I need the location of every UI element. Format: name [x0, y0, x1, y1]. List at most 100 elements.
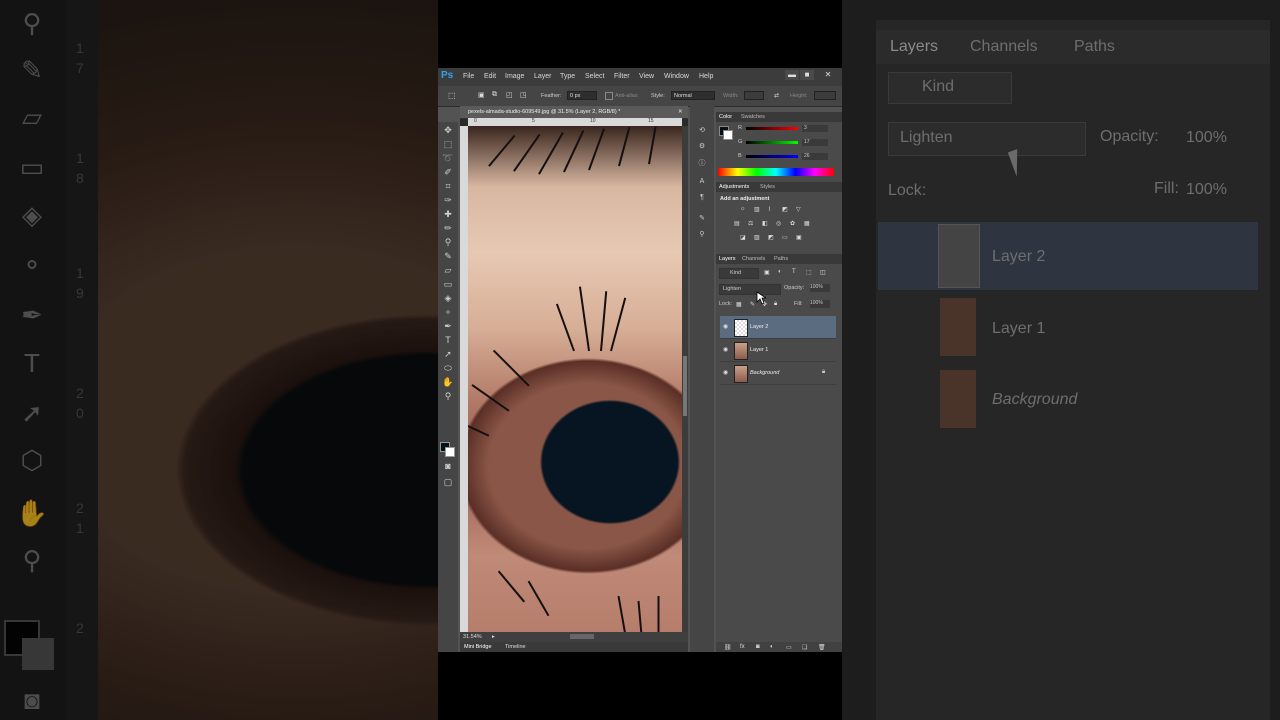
pen-icon[interactable]: ✒	[441, 320, 455, 333]
shape-icon[interactable]: ⬭	[441, 362, 455, 375]
tab-paths[interactable]: Paths	[774, 256, 788, 262]
brush-panel-icon[interactable]: ✎	[695, 214, 709, 226]
zoom-level[interactable]: 31.54%	[463, 634, 482, 640]
background-color-swatch[interactable]	[445, 447, 455, 457]
trash-icon[interactable]: 🗑︎	[818, 644, 826, 651]
filter-adjust-icon[interactable]: ◐	[778, 269, 782, 275]
intersect-selection-icon[interactable]: ◳	[520, 91, 527, 99]
black-white-icon[interactable]: ◧	[762, 220, 768, 227]
g-slider[interactable]	[746, 141, 798, 144]
tab-color[interactable]: Color	[719, 114, 732, 120]
healing-icon[interactable]: ✚	[441, 208, 455, 221]
screen-mode-icon[interactable]: ▢	[441, 476, 455, 489]
r-value[interactable]: 3	[802, 125, 828, 132]
photo-filter-icon[interactable]: ◎	[776, 220, 781, 227]
subtract-selection-icon[interactable]: ◰	[506, 91, 513, 99]
tab-mini-bridge[interactable]: Mini Bridge	[464, 644, 492, 650]
layer-row-background[interactable]: ◉ Background 🔒︎	[720, 362, 836, 385]
dodge-icon[interactable]: ⚬	[441, 306, 455, 319]
clone-stamp-icon[interactable]: ⚲	[441, 236, 455, 249]
tab-layers[interactable]: Layers	[719, 256, 736, 262]
posterize-icon[interactable]: ▨	[754, 234, 760, 241]
properties-panel-icon[interactable]: ⚙	[695, 142, 709, 154]
layer-row-layer-2[interactable]: ◉ Layer 2	[720, 316, 836, 339]
quick-mask-icon[interactable]: ◙	[441, 460, 455, 473]
tab-adjustments[interactable]: Adjustments	[719, 184, 749, 190]
invert-icon[interactable]: ◪	[740, 234, 746, 241]
visibility-eye-icon[interactable]: ◉	[723, 346, 729, 353]
menu-type[interactable]: Type	[560, 73, 575, 80]
new-layer-icon[interactable]: ❏	[802, 644, 807, 651]
lock-transparent-icon[interactable]: ▦	[736, 301, 742, 308]
r-slider[interactable]	[746, 127, 798, 130]
opacity-input[interactable]: 100%	[810, 284, 830, 292]
layer-row-layer-1[interactable]: ◉ Layer 1	[720, 339, 836, 362]
maximize-button[interactable]: ■	[800, 70, 814, 80]
menu-file[interactable]: File	[463, 73, 474, 80]
tab-close-icon[interactable]: ✕	[678, 109, 683, 115]
zoom-icon[interactable]: ⚲	[441, 390, 455, 403]
menu-window[interactable]: Window	[664, 73, 689, 80]
b-value[interactable]: 26	[802, 153, 828, 160]
group-icon[interactable]: ▭	[786, 644, 792, 651]
vibrance-icon[interactable]: ▽	[796, 206, 801, 213]
menu-filter[interactable]: Filter	[614, 73, 630, 80]
minimize-button[interactable]: ▬	[785, 70, 799, 80]
feather-input[interactable]: 0 px	[567, 91, 597, 100]
visibility-eye-icon[interactable]: ◉	[723, 323, 729, 330]
color-lookup-icon[interactable]: ▦	[804, 220, 810, 227]
h-scroll-thumb[interactable]	[570, 634, 594, 639]
curves-icon[interactable]: ⌇	[768, 206, 771, 213]
height-input[interactable]	[814, 91, 836, 100]
blend-mode-select[interactable]: Lighten	[719, 284, 781, 295]
lock-all-icon[interactable]: 🔒︎	[774, 301, 777, 308]
quick-select-icon[interactable]: ✐	[441, 166, 455, 179]
vertical-scrollbar[interactable]	[682, 126, 688, 632]
character-panel-icon[interactable]: A	[695, 178, 709, 190]
filter-type-icon[interactable]: T	[792, 269, 796, 275]
path-select-icon[interactable]: ➚	[441, 348, 455, 361]
tab-channels[interactable]: Channels	[742, 256, 765, 262]
color-balance-icon[interactable]: ⚖	[748, 220, 753, 227]
adjustment-layer-icon[interactable]: ◐	[770, 644, 774, 650]
mask-icon[interactable]: ◙	[756, 644, 760, 650]
threshold-icon[interactable]: ◩	[768, 234, 774, 241]
selective-color-icon[interactable]: ▣	[796, 234, 802, 241]
menu-edit[interactable]: Edit	[484, 73, 496, 80]
menu-image[interactable]: Image	[505, 73, 524, 80]
history-panel-icon[interactable]: ⟲	[695, 126, 709, 138]
lasso-icon[interactable]: ➰	[441, 152, 455, 165]
paragraph-panel-icon[interactable]: ¶	[695, 194, 709, 206]
tab-swatches[interactable]: Swatches	[741, 114, 765, 120]
menu-help[interactable]: Help	[699, 73, 713, 80]
eyedropper-icon[interactable]: ✑	[441, 194, 455, 207]
style-select[interactable]: Normal	[671, 91, 715, 100]
tab-timeline[interactable]: Timeline	[505, 644, 526, 650]
brightness-icon[interactable]: ☼	[740, 206, 746, 212]
menu-select[interactable]: Select	[585, 73, 604, 80]
levels-icon[interactable]: ▥	[754, 206, 760, 213]
clone-source-icon[interactable]: ⚲	[695, 230, 709, 242]
move-tool-icon[interactable]: ✥	[441, 124, 455, 137]
tab-styles[interactable]: Styles	[760, 184, 775, 190]
info-panel-icon[interactable]: ⓘ	[695, 158, 709, 170]
canvas-eye-image[interactable]	[468, 126, 682, 632]
menu-view[interactable]: View	[639, 73, 654, 80]
new-selection-icon[interactable]: ▣	[478, 91, 485, 99]
menu-layer[interactable]: Layer	[534, 73, 552, 80]
anti-alias-checkbox[interactable]	[605, 92, 613, 100]
visibility-eye-icon[interactable]: ◉	[723, 369, 729, 376]
marquee-tool-icon[interactable]: ⬚	[448, 91, 456, 100]
fill-input[interactable]: 100%	[810, 300, 830, 308]
blur-icon[interactable]: ◈	[441, 292, 455, 305]
link-layers-icon[interactable]: ⛓	[724, 644, 732, 651]
scroll-thumb[interactable]	[683, 356, 687, 416]
g-value[interactable]: 17	[802, 139, 828, 146]
eraser-icon[interactable]: ▱	[441, 264, 455, 277]
brush-icon[interactable]: ✏	[441, 222, 455, 235]
add-selection-icon[interactable]: ⧉	[492, 91, 497, 99]
marquee-icon[interactable]: ⬚	[441, 138, 455, 151]
lock-pixels-icon[interactable]: ✎	[750, 301, 755, 308]
channel-mixer-icon[interactable]: ✿	[790, 220, 795, 227]
filter-smart-icon[interactable]: ◫	[820, 269, 826, 276]
